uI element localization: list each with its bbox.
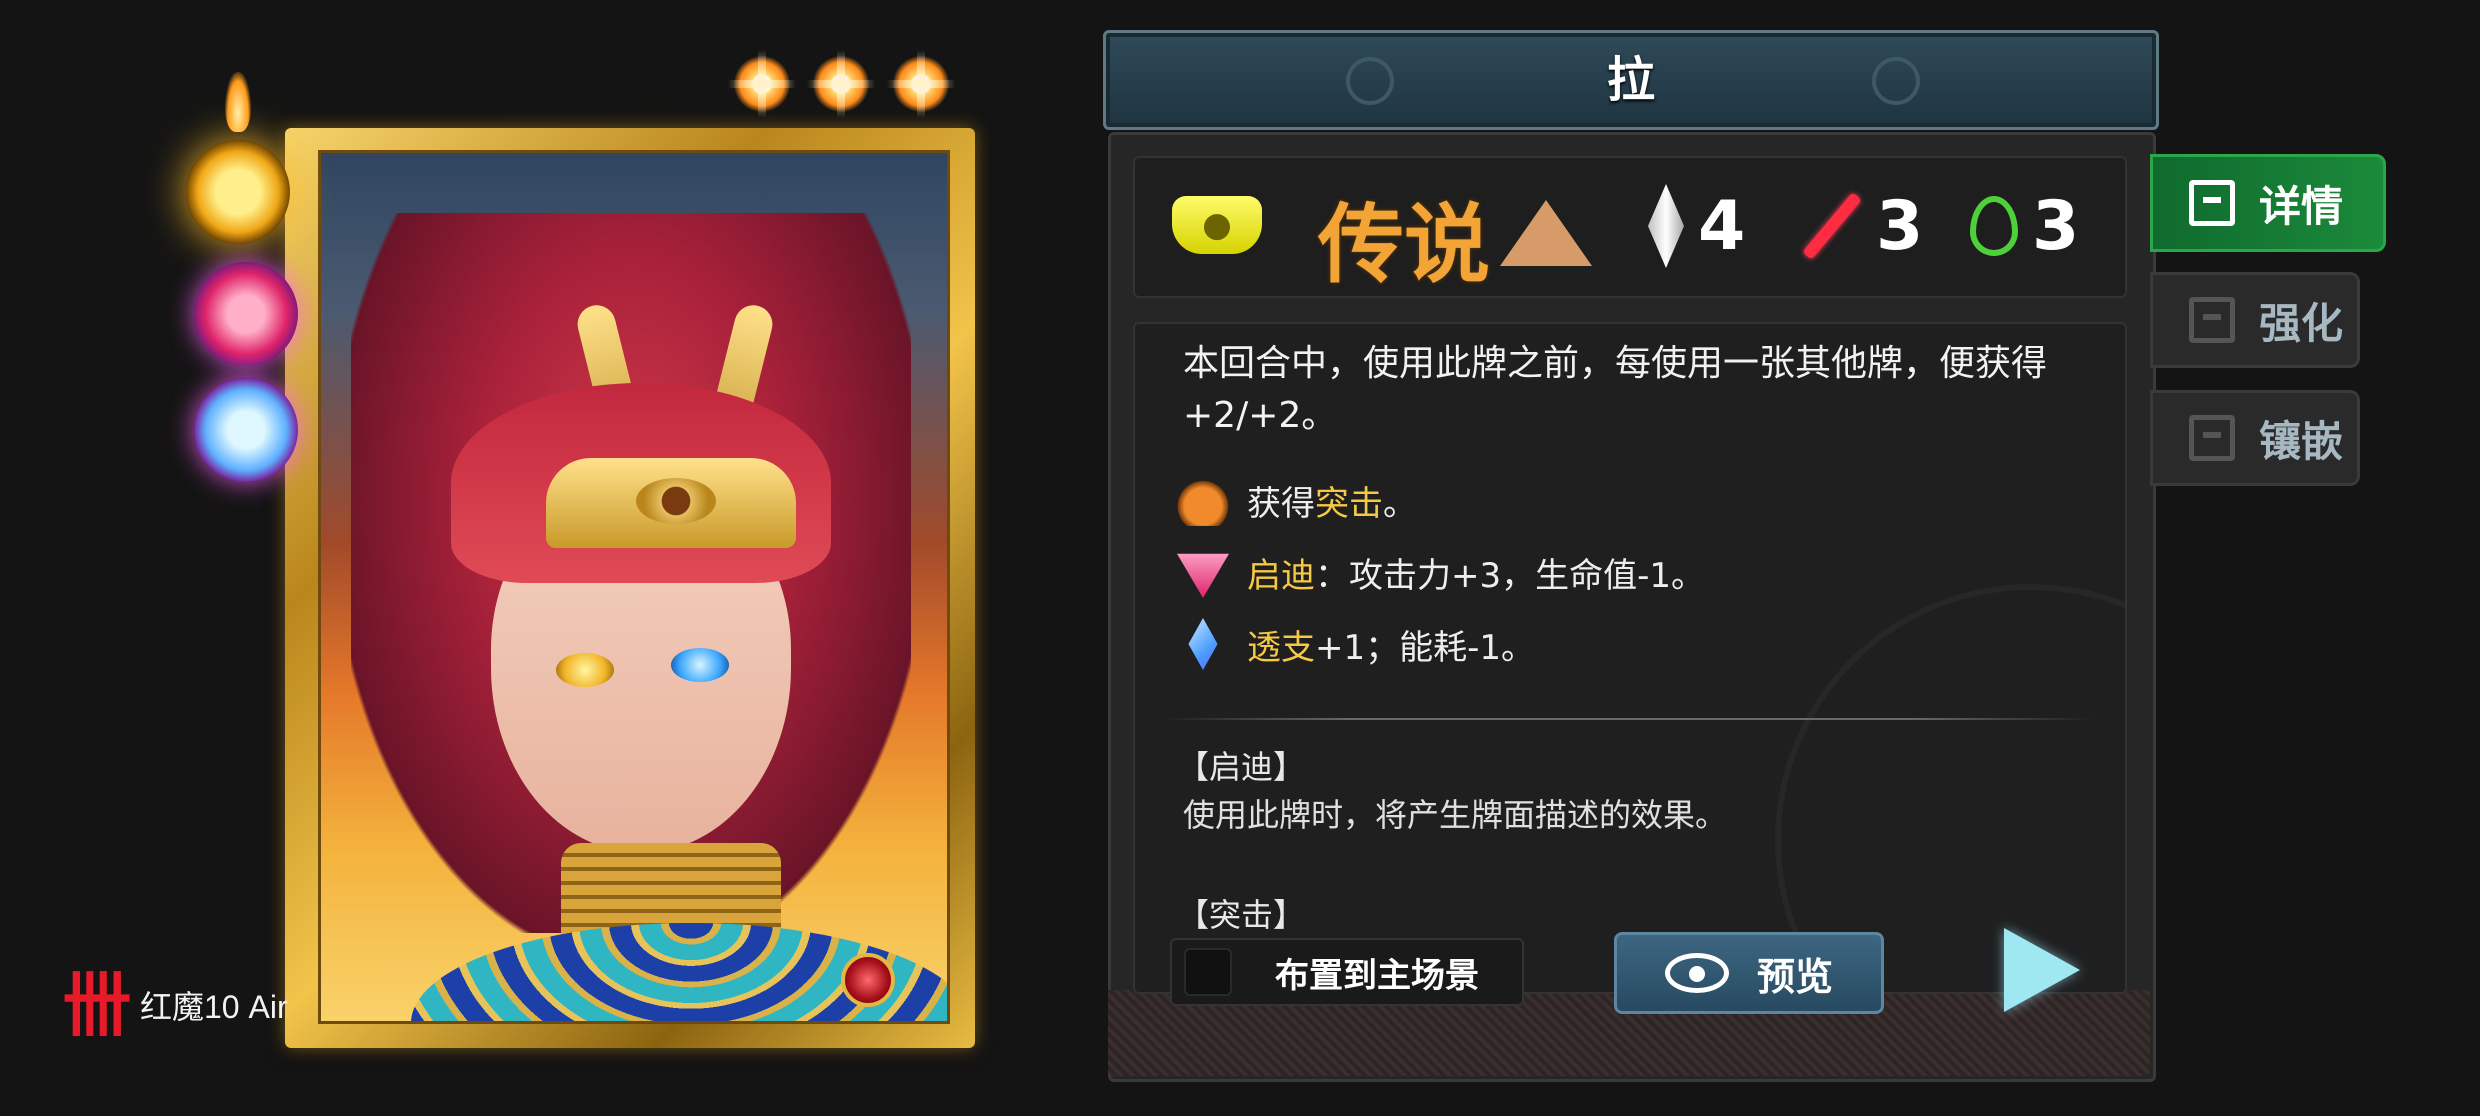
effect-row-diamond: 透支+1；能耗-1。 (1177, 614, 1535, 674)
effect-row-potion: 获得突击。 (1177, 470, 1417, 530)
keyword-enlighten[interactable]: 启迪 (1247, 556, 1315, 596)
tab-enhance[interactable]: 强化 (2150, 272, 2360, 368)
place-in-main-scene-toggle[interactable]: 布置到主场景 (1170, 938, 1524, 1006)
star-icon-2 (813, 50, 869, 118)
keyword-title: 【突击】 (1177, 896, 1306, 934)
card-artwork (318, 150, 950, 1024)
star-icon-1 (734, 50, 790, 118)
red-magic-logo-icon: 卌 (62, 964, 132, 1046)
diamond-icon (1188, 618, 1218, 670)
effect-text: 获得突击。 (1247, 483, 1417, 524)
art-eye-right (671, 648, 729, 682)
description-box[interactable]: 本回合中，使用此牌之前，每使用一张其他牌，便获得+2/+2。 获得突击。 启迪：… (1133, 322, 2127, 994)
tab-label: 详情 (2259, 181, 2344, 231)
potion-icon (1177, 474, 1229, 526)
place-label: 布置到主场景 (1275, 955, 1479, 996)
crystal-icon (1648, 184, 1684, 268)
attack-value: 3 (1876, 186, 1924, 266)
rarity-icon: ● (1172, 196, 1262, 254)
card-name: 拉 (1606, 52, 1655, 108)
gem-slot-ruby-icon[interactable] (194, 262, 298, 366)
gem-slot-diamond-icon[interactable] (194, 378, 298, 482)
card-effect-text: 本回合中，使用此牌之前，每使用一张其他牌，便获得+2/+2。 (1183, 343, 2048, 436)
tab-inlay[interactable]: 镶嵌 (2150, 390, 2360, 486)
preview-label: 预览 (1756, 954, 1833, 999)
keyword-title: 【启迪】 (1177, 748, 1306, 786)
gem-slot-potion-icon[interactable] (186, 140, 290, 244)
pyramid-faction-icon (1500, 200, 1592, 266)
eye-icon (1664, 953, 1729, 993)
energy-stat: 3 (1970, 176, 2079, 276)
play-button-icon[interactable] (2004, 928, 2080, 1012)
sword-icon (1800, 195, 1862, 257)
effect-row-ruby: 启迪：攻击力+3，生命值-1。 (1177, 542, 1705, 602)
crystal-cost-value: 4 (1698, 186, 1746, 266)
art-pendant-gem (841, 953, 895, 1007)
art-eye-left (556, 653, 614, 687)
drop-icon (1970, 196, 2018, 256)
device-watermark: 卌 红魔10 Air (62, 964, 332, 1046)
enhance-icon (2189, 297, 2235, 343)
details-icon (2189, 180, 2235, 226)
preview-button[interactable]: 预览 (1614, 932, 1884, 1014)
energy-value: 3 (2032, 186, 2080, 266)
attack-stat: 3 (1800, 176, 1923, 276)
ruby-icon (1177, 553, 1229, 598)
tab-label: 镶嵌 (2259, 416, 2344, 466)
tab-details[interactable]: 详情 (2150, 154, 2386, 252)
effect-text: 启迪：攻击力+3，生命值-1。 (1247, 555, 1706, 596)
keyword-assault[interactable]: 突击 (1315, 484, 1383, 524)
rarity-label: 传说 (1318, 194, 1490, 295)
flame-icon (225, 72, 251, 132)
divider (1165, 718, 2095, 720)
keyword-overdraw[interactable]: 透支 (1247, 628, 1315, 668)
place-checkbox[interactable] (1184, 948, 1232, 996)
effect-text: 透支+1；能耗-1。 (1247, 627, 1536, 668)
crystal-cost-stat: 4 (1648, 176, 1745, 276)
eye-of-ra-icon (636, 478, 716, 524)
keyword-description: 使用此牌时，将产生牌面描述的效果。 (1183, 796, 1728, 834)
star-icon-3 (893, 50, 949, 118)
watermark-text: 红魔10 Air (140, 989, 288, 1025)
card-title-bar: 拉 (1103, 30, 2159, 130)
inlay-icon (2189, 415, 2235, 461)
tab-label: 强化 (2259, 298, 2344, 348)
